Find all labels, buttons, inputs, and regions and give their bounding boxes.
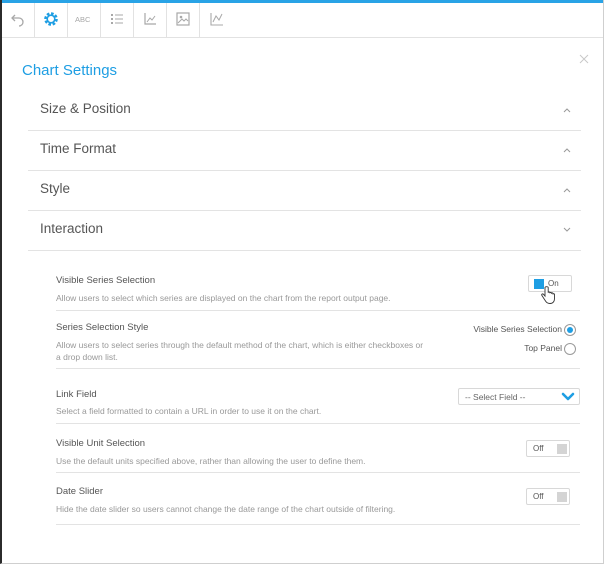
line-chart-button[interactable] — [200, 0, 233, 38]
row-label: Visible Unit Selection — [56, 438, 146, 449]
axis-button[interactable] — [134, 0, 167, 38]
section-label: Time Format — [40, 141, 117, 156]
row-date-slider: Date Slider Hide the date slider so user… — [56, 485, 580, 525]
select-value: -- Select Field -- — [465, 392, 526, 402]
list-icon — [111, 14, 123, 24]
toggle-label: Off — [533, 444, 544, 453]
row-description: Allow users to select which series are d… — [56, 293, 391, 303]
row-description: Allow users to select series through the… — [56, 340, 424, 362]
row-label: Date Slider — [56, 486, 103, 497]
hand-cursor-icon — [541, 286, 555, 304]
toggle-knob — [557, 444, 567, 454]
gear-icon — [44, 12, 58, 26]
row-series-selection-style: Series Selection Style Allow users to se… — [56, 321, 580, 369]
chevron-up-icon — [563, 108, 571, 113]
undo-icon — [11, 14, 24, 27]
toolbar-accent-line — [2, 0, 603, 3]
section-style[interactable]: Style — [28, 171, 581, 211]
chevron-up-icon — [563, 148, 571, 153]
settings-tab-button[interactable] — [35, 0, 68, 38]
section-interaction[interactable]: Interaction — [28, 211, 581, 251]
radio-label-top-panel: Top Panel — [524, 343, 562, 353]
close-icon[interactable] — [579, 54, 589, 64]
toggle-label: Off — [533, 492, 544, 501]
row-description: Use the default units specified above, r… — [56, 456, 366, 466]
radio-visible-series-selection[interactable] — [564, 324, 576, 336]
axis-icon — [144, 13, 156, 25]
radio-label-visible-series: Visible Series Selection — [473, 324, 562, 334]
toolbar: ABC — [2, 0, 603, 38]
link-field-select[interactable]: -- Select Field -- — [458, 388, 580, 405]
row-label: Series Selection Style — [56, 322, 149, 333]
row-label: Visible Series Selection — [56, 275, 156, 286]
text-format-button[interactable]: ABC — [68, 0, 101, 38]
undo-button[interactable] — [2, 0, 35, 38]
chevron-up-icon — [563, 188, 571, 193]
line-chart-icon — [209, 13, 223, 26]
section-label: Interaction — [40, 221, 104, 236]
row-visible-unit-selection: Visible Unit Selection Use the default u… — [56, 437, 580, 473]
date-slider-toggle[interactable]: Off — [526, 488, 570, 505]
row-label: Link Field — [56, 389, 97, 400]
section-label: Style — [40, 181, 71, 196]
section-time-format[interactable]: Time Format — [28, 131, 581, 171]
image-icon — [176, 12, 190, 26]
visible-unit-toggle[interactable]: Off — [526, 440, 570, 457]
radio-top-panel[interactable] — [564, 343, 576, 355]
row-description: Select a field formatted to contain a UR… — [56, 406, 322, 416]
chevron-down-icon — [561, 392, 575, 401]
row-link-field: Link Field Select a field formatted to c… — [56, 388, 580, 424]
svg-text:ABC: ABC — [75, 15, 91, 24]
section-size-position[interactable]: Size & Position — [28, 91, 581, 131]
row-visible-series-selection: Visible Series Selection Allow users to … — [56, 275, 580, 311]
chevron-down-icon — [563, 227, 571, 232]
row-description: Hide the date slider so users cannot cha… — [56, 504, 396, 514]
panel-title: Chart Settings — [22, 62, 118, 79]
toggle-knob — [557, 492, 567, 502]
list-button[interactable] — [101, 0, 134, 38]
section-label: Size & Position — [40, 101, 131, 116]
image-button[interactable] — [167, 0, 200, 38]
text-abc-icon: ABC — [75, 15, 91, 24]
